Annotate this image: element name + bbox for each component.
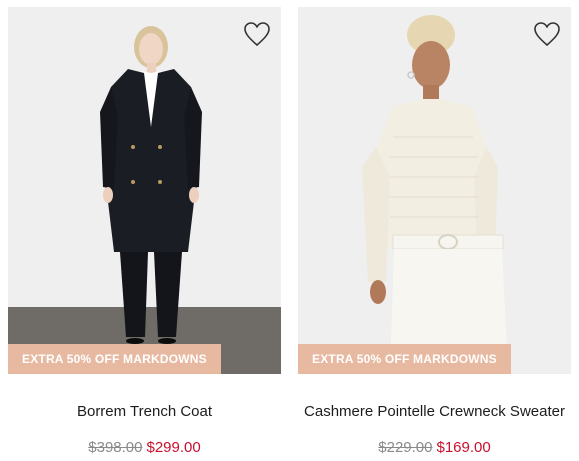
sale-price: $169.00 — [436, 439, 491, 456]
product-name[interactable]: Borrem Trench Coat — [8, 403, 281, 420]
product-image-trench-coat[interactable]: EXTRA 50% OFF MARKDOWNS — [8, 7, 281, 374]
product-grid: EXTRA 50% OFF MARKDOWNS Borrem Trench Co… — [0, 0, 579, 461]
wishlist-heart-icon[interactable] — [533, 21, 561, 47]
wishlist-heart-icon[interactable] — [243, 21, 271, 47]
promo-badge: EXTRA 50% OFF MARKDOWNS — [298, 344, 511, 374]
product-price: $229.00 $169.00 — [298, 439, 571, 456]
product-price: $398.00 $299.00 — [8, 439, 281, 456]
product-image-pointelle-sweater[interactable]: EXTRA 50% OFF MARKDOWNS — [298, 7, 571, 374]
product-card[interactable]: EXTRA 50% OFF MARKDOWNS Borrem Trench Co… — [8, 0, 281, 461]
original-price: $398.00 — [88, 439, 143, 456]
original-price: $229.00 — [378, 439, 433, 456]
product-card[interactable]: EXTRA 50% OFF MARKDOWNS Cashmere Pointel… — [298, 0, 571, 461]
sale-price: $299.00 — [146, 439, 201, 456]
product-name[interactable]: Cashmere Pointelle Crewneck Sweater — [298, 403, 571, 420]
promo-badge: EXTRA 50% OFF MARKDOWNS — [8, 344, 221, 374]
